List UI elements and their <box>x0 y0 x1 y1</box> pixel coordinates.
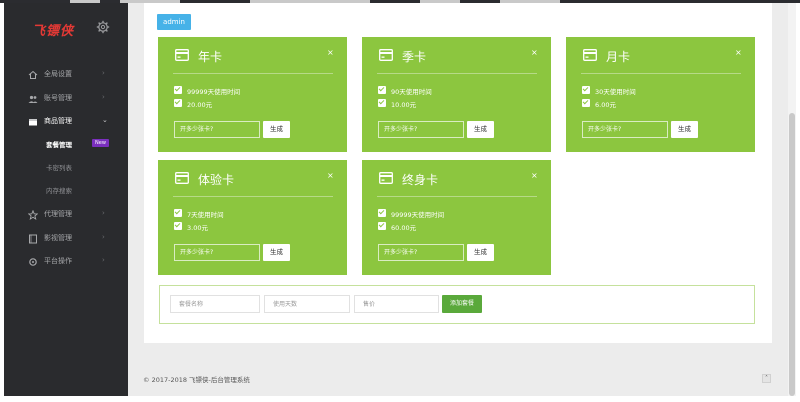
card-title: 季卡 <box>402 50 427 64</box>
card-count-input[interactable] <box>378 121 464 138</box>
credit-card-icon <box>379 49 393 61</box>
close-icon[interactable]: × <box>327 171 334 180</box>
sidebar-item-products[interactable]: 商品管理 ⌄ <box>4 112 128 132</box>
sidebar-item-agents[interactable]: 代理管理 › <box>4 205 128 225</box>
checkbox[interactable] <box>174 99 182 107</box>
checkbox[interactable] <box>582 99 590 107</box>
sidebar-item-label: 平台操作 <box>44 257 72 265</box>
package-card-lifetime: 终身卡 × 99999天使用时间 60.00元 生成 <box>362 160 551 275</box>
sidebar-subitem-card-list[interactable]: 卡密列表 <box>46 162 72 172</box>
star-icon <box>28 210 38 220</box>
card-price: 3.00元 <box>187 224 208 232</box>
card-duration: 99999天使用时间 <box>391 211 445 219</box>
sidebar: 飞镖侠 全局设置 › 账号管理 › 商品管理 ⌄ 套餐管理 New 卡密列表 内… <box>4 3 128 396</box>
new-badge: New <box>92 139 109 147</box>
box-icon <box>29 119 37 126</box>
generate-button[interactable]: 生成 <box>467 121 494 138</box>
sidebar-item-label: 账号管理 <box>44 94 72 102</box>
checkbox[interactable] <box>378 86 386 94</box>
package-name-input[interactable] <box>170 295 260 313</box>
scrollbar-thumb[interactable] <box>789 113 795 396</box>
sidebar-item-label: 影视管理 <box>44 234 72 242</box>
generate-button[interactable]: 生成 <box>467 244 494 261</box>
sidebar-subitem-packages[interactable]: 套餐管理 <box>46 139 72 149</box>
divider <box>173 196 333 197</box>
card-duration: 90天使用时间 <box>391 88 432 96</box>
app-logo[interactable]: 飞镖侠 <box>32 20 74 39</box>
checkbox[interactable] <box>378 222 386 230</box>
home-icon <box>28 70 38 79</box>
checkbox[interactable] <box>378 209 386 217</box>
sidebar-item-video[interactable]: 影视管理 › <box>4 229 128 249</box>
divider <box>581 73 741 74</box>
scroll-top-button[interactable]: ˄ <box>762 374 771 383</box>
credit-card-icon <box>583 49 597 61</box>
package-card-trial: 体验卡 × 7天使用时间 3.00元 生成 <box>158 160 347 275</box>
card-price: 20.00元 <box>187 101 213 109</box>
gear-icon[interactable] <box>96 20 110 34</box>
checkbox[interactable] <box>174 209 182 217</box>
checkbox[interactable] <box>174 86 182 94</box>
generate-button[interactable]: 生成 <box>671 121 698 138</box>
card-duration: 30天使用时间 <box>595 88 636 96</box>
card-title: 年卡 <box>198 50 223 64</box>
close-icon[interactable]: × <box>735 48 742 57</box>
sidebar-item-account[interactable]: 账号管理 › <box>4 89 128 109</box>
card-price: 6.00元 <box>595 101 616 109</box>
usage-days-input[interactable] <box>264 295 350 313</box>
settings-icon <box>29 258 37 266</box>
divider <box>173 73 333 74</box>
chevron-right-icon: › <box>102 233 105 241</box>
checkbox[interactable] <box>582 86 590 94</box>
package-card-year: 年卡 × 99999天使用时间 20.00元 生成 <box>158 37 347 152</box>
checkbox[interactable] <box>174 222 182 230</box>
checkbox[interactable] <box>378 99 386 107</box>
add-package-form: 添加套餐 <box>159 285 755 324</box>
card-price: 60.00元 <box>391 224 417 232</box>
sidebar-item-global-settings[interactable]: 全局设置 › <box>4 65 128 85</box>
film-icon <box>29 234 37 244</box>
scrollbar[interactable] <box>788 3 796 396</box>
card-count-input[interactable] <box>174 244 260 261</box>
credit-card-icon <box>379 172 393 184</box>
generate-button[interactable]: 生成 <box>263 121 290 138</box>
card-duration: 99999天使用时间 <box>187 88 241 96</box>
card-title: 终身卡 <box>402 173 439 187</box>
credit-card-icon <box>175 49 189 61</box>
package-card-quarter: 季卡 × 90天使用时间 10.00元 生成 <box>362 37 551 152</box>
card-count-input[interactable] <box>378 244 464 261</box>
chevron-right-icon: › <box>102 69 105 77</box>
card-price: 10.00元 <box>391 101 417 109</box>
divider <box>377 196 537 197</box>
sidebar-item-label: 代理管理 <box>44 210 72 218</box>
package-card-month: 月卡 × 30天使用时间 6.00元 生成 <box>566 37 755 152</box>
add-package-button[interactable]: 添加套餐 <box>442 295 482 313</box>
chevron-right-icon: › <box>102 93 105 101</box>
card-title: 体验卡 <box>198 173 235 187</box>
users-icon <box>28 95 38 103</box>
sidebar-item-platform[interactable]: 平台操作 › <box>4 252 128 272</box>
card-count-input[interactable] <box>174 121 260 138</box>
divider <box>377 73 537 74</box>
card-count-input[interactable] <box>582 121 668 138</box>
sidebar-subitem-memory-search[interactable]: 内存搜索 <box>46 185 72 195</box>
admin-tag[interactable]: admin <box>157 14 191 30</box>
sidebar-item-label: 商品管理 <box>44 117 72 125</box>
credit-card-icon <box>175 172 189 184</box>
generate-button[interactable]: 生成 <box>263 244 290 261</box>
chevron-right-icon: › <box>102 209 105 217</box>
sidebar-item-label: 全局设置 <box>44 70 72 78</box>
close-icon[interactable]: × <box>327 48 334 57</box>
price-input[interactable] <box>354 295 439 313</box>
close-icon[interactable]: × <box>531 171 538 180</box>
chevron-right-icon: › <box>102 256 105 264</box>
footer-copyright: © 2017-2018 飞镖侠-后台管理系统 <box>143 376 250 384</box>
card-title: 月卡 <box>606 50 631 64</box>
close-icon[interactable]: × <box>531 48 538 57</box>
card-duration: 7天使用时间 <box>187 211 224 219</box>
chevron-down-icon: ⌄ <box>102 116 108 124</box>
